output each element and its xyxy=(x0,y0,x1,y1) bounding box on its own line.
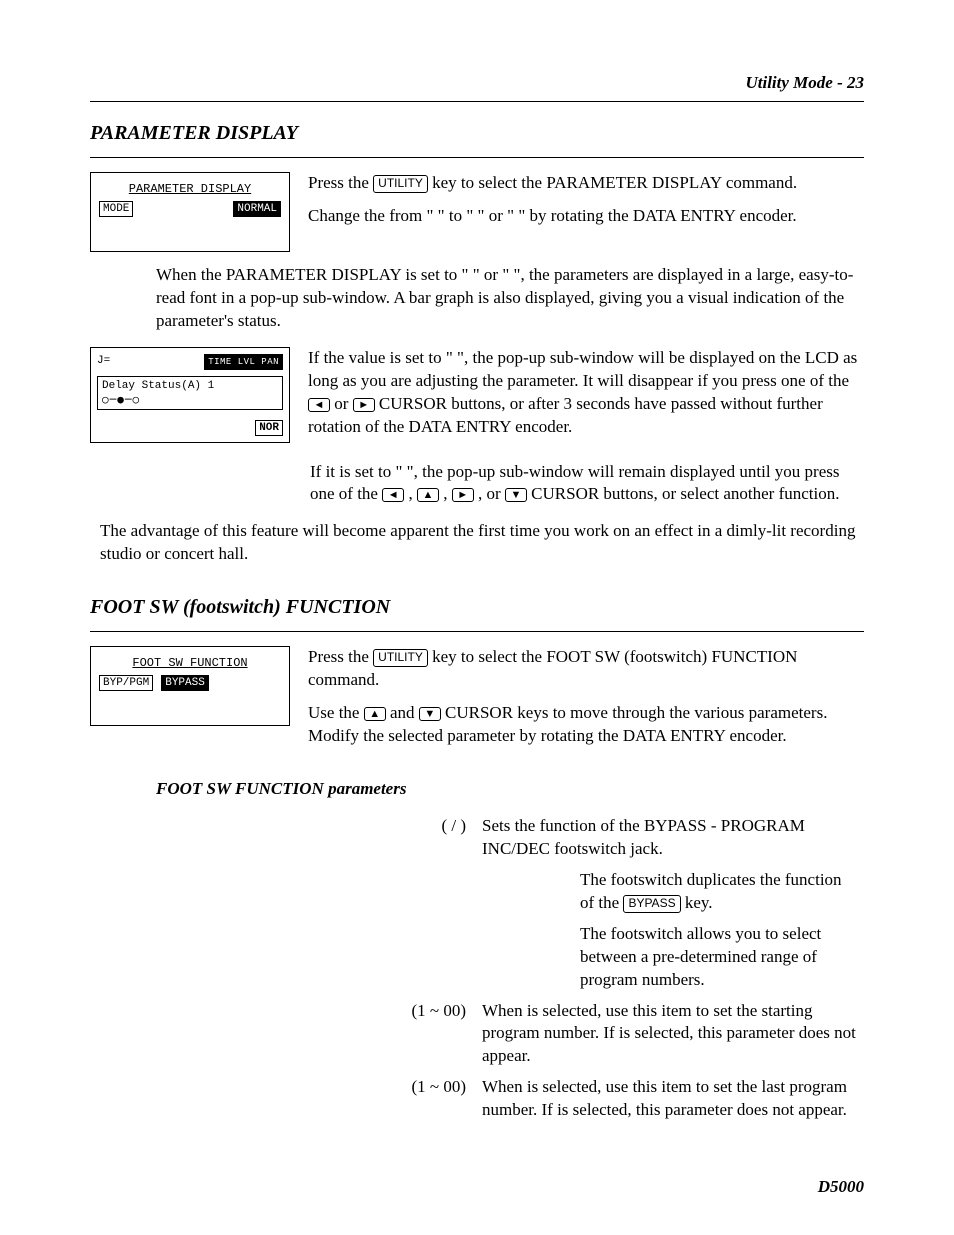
footsw-row1: FOOT SW FUNCTION BYP/PGM BYPASS Press th… xyxy=(90,646,864,758)
cursor-down-icon: ▼ xyxy=(505,488,527,502)
cursor-up-icon: ▲ xyxy=(364,707,386,721)
param-display-para6: The advantage of this feature will becom… xyxy=(100,520,864,566)
lcd-bypass-value: BYPASS xyxy=(161,675,209,691)
param-name: (1 ~ 00) xyxy=(156,1072,474,1126)
lcd-footsw: FOOT SW FUNCTION BYP/PGM BYPASS xyxy=(90,646,290,726)
lcd-title: PARAMETER DISPLAY xyxy=(99,181,281,197)
text: key. xyxy=(685,893,713,912)
param-display-row1: PARAMETER DISPLAY MODE NORMAL Press the … xyxy=(90,172,864,252)
text: CURSOR buttons, or select another functi… xyxy=(531,484,839,503)
footsw-params-table: ( / ) Sets the function of the BYPASS - … xyxy=(156,811,864,1126)
lcd-bottom-indicator: NOR xyxy=(97,420,283,436)
param-desc: The footswitch allows you to select betw… xyxy=(474,919,864,996)
table-row: ( / ) Sets the function of the BYPASS - … xyxy=(156,811,864,865)
param-desc: When is selected, use this item to set t… xyxy=(474,1072,864,1126)
lcd-parameter-display: PARAMETER DISPLAY MODE NORMAL xyxy=(90,172,290,252)
footer-model: D5000 xyxy=(818,1176,864,1199)
section-rule xyxy=(90,157,864,158)
text: or xyxy=(334,394,352,413)
lcd-mode-label: MODE xyxy=(99,201,133,217)
text: Press the xyxy=(308,647,373,666)
cursor-up-icon: ▲ xyxy=(417,488,439,502)
cursor-right-icon: ► xyxy=(353,398,375,412)
param-display-text1: Press the UTILITY key to select the PARA… xyxy=(308,172,864,252)
section-title-footsw: FOOT SW (footswitch) FUNCTION xyxy=(90,594,864,621)
footsw-text1: Press the UTILITY key to select the FOOT… xyxy=(308,646,864,758)
lcd-title: FOOT SW FUNCTION xyxy=(99,655,281,671)
param-name xyxy=(156,865,474,919)
section-rule xyxy=(90,631,864,632)
text: CURSOR buttons, or after 3 seconds have … xyxy=(308,394,823,436)
param-name: (1 ~ 00) xyxy=(156,996,474,1073)
text: If the value is set to " ", the pop-up s… xyxy=(308,348,857,390)
lcd-delay-line: Delay Status(A) 1 xyxy=(102,379,278,393)
param-display-row2: J= TIME LVL PAN Delay Status(A) 1 ○─●─○ … xyxy=(90,347,864,449)
section-title-parameter-display: PARAMETER DISPLAY xyxy=(90,120,864,147)
lcd-inner-box: Delay Status(A) 1 ○─●─○ xyxy=(97,376,283,411)
table-row: The footswitch duplicates the function o… xyxy=(156,865,864,919)
lcd-delay-status: J= TIME LVL PAN Delay Status(A) 1 ○─●─○ … xyxy=(90,347,290,443)
table-row: (1 ~ 00) When is selected, use this item… xyxy=(156,996,864,1073)
param-desc: Sets the function of the BYPASS - PROGRA… xyxy=(474,811,864,865)
param-display-text2: If the value is set to " ", the pop-up s… xyxy=(308,347,864,449)
lcd-byp-pgm-label: BYP/PGM xyxy=(99,675,153,691)
table-row: (1 ~ 00) When is selected, use this item… xyxy=(156,1072,864,1126)
cursor-down-icon: ▼ xyxy=(419,707,441,721)
lcd-mode-row: MODE NORMAL xyxy=(99,201,281,217)
cursor-left-icon: ◄ xyxy=(308,398,330,412)
footsw-params-heading: FOOT SW FUNCTION parameters xyxy=(156,778,864,801)
param-name: ( / ) xyxy=(156,811,474,865)
lcd-slider: ○─●─○ xyxy=(102,393,278,407)
text: and xyxy=(390,703,419,722)
param-display-para5: If it is set to " ", the pop-up sub-wind… xyxy=(310,461,864,507)
lcd-bypass-row: BYP/PGM BYPASS xyxy=(99,675,281,691)
header-rule xyxy=(90,101,864,102)
cursor-left-icon: ◄ xyxy=(382,488,404,502)
table-row: The footswitch allows you to select betw… xyxy=(156,919,864,996)
param-display-para3: When the PARAMETER DISPLAY is set to " "… xyxy=(156,264,864,333)
text: , xyxy=(443,484,452,503)
lcd-nor: NOR xyxy=(255,420,283,436)
bypass-keycap: BYPASS xyxy=(623,895,680,913)
text: Use the xyxy=(308,703,364,722)
lcd-mode-value: NORMAL xyxy=(233,201,281,217)
lcd-mini-left: J= xyxy=(97,354,110,370)
lcd-mini-tabs: TIME LVL PAN xyxy=(204,354,283,370)
running-header: Utility Mode - 23 xyxy=(90,72,864,95)
text: Press the xyxy=(308,173,373,192)
text: Change the from " " to " " or " " by rot… xyxy=(308,205,864,228)
text: When the PARAMETER DISPLAY is set to " "… xyxy=(156,264,864,333)
param-desc: When is selected, use this item to set t… xyxy=(474,996,864,1073)
text: key to select the PARAMETER DISPLAY comm… xyxy=(432,173,797,192)
document-page: Utility Mode - 23 PARAMETER DISPLAY PARA… xyxy=(0,0,954,1235)
text: , or xyxy=(478,484,505,503)
utility-keycap: UTILITY xyxy=(373,649,428,667)
param-desc: The footswitch duplicates the function o… xyxy=(474,865,864,919)
lcd-mini-top: J= TIME LVL PAN xyxy=(97,354,283,370)
text: CURSOR keys to move through the various … xyxy=(308,703,827,745)
cursor-right-icon: ► xyxy=(452,488,474,502)
text: The advantage of this feature will becom… xyxy=(100,520,864,566)
utility-keycap: UTILITY xyxy=(373,175,428,193)
param-name xyxy=(156,919,474,996)
text: , xyxy=(408,484,417,503)
